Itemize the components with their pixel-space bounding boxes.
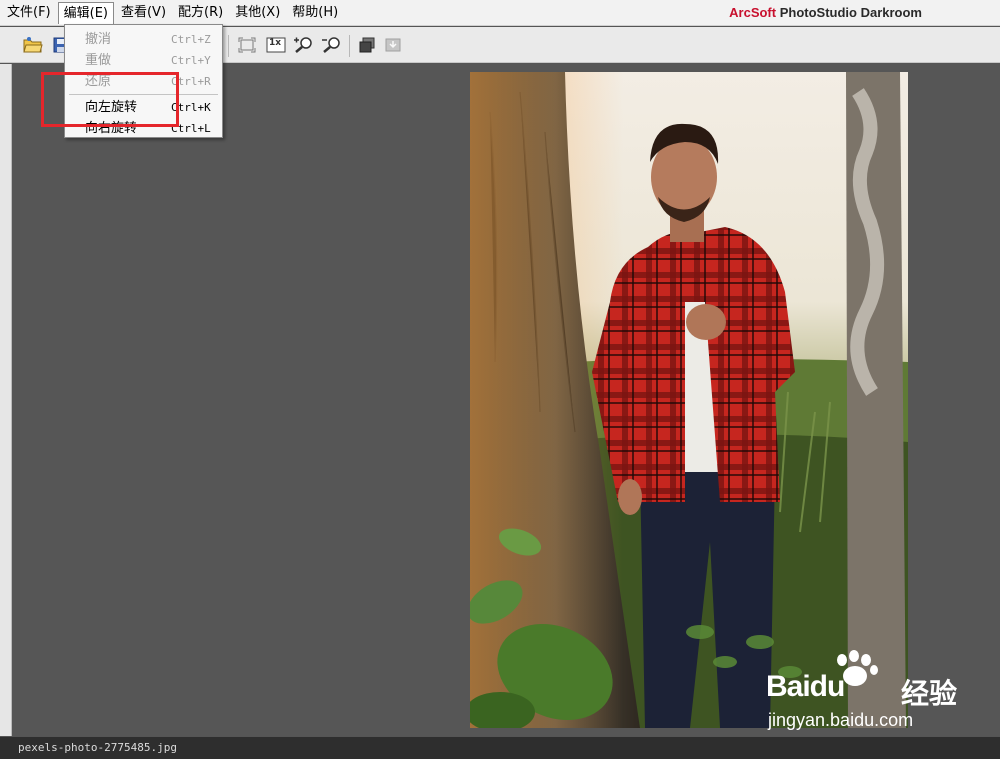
menu-item-label: 重做 (85, 53, 112, 68)
copy-icon[interactable] (356, 35, 378, 55)
left-panel-strip (0, 64, 12, 736)
actual-size-icon[interactable]: 1x (265, 35, 287, 55)
menu-help[interactable]: 帮助(H) (287, 2, 343, 24)
actual-size-label: 1x (269, 38, 282, 48)
menu-edit[interactable]: 编辑(E) (57, 1, 114, 24)
menu-view[interactable]: 查看(V) (116, 2, 171, 24)
brand-prefix: ArcSoft (729, 5, 777, 20)
menu-bar: 文件(F) 编辑(E) 查看(V) 配方(R) 其他(X) 帮助(H) ArcS… (0, 0, 1000, 26)
app-brand: ArcSoft PhotoStudio Darkroom (729, 5, 922, 20)
highlight-annotation (41, 72, 179, 127)
zoom-in-icon[interactable] (292, 35, 314, 55)
baidu-watermark: Baidu 经验 jingyan.baidu.com (766, 650, 966, 745)
menu-item-shortcut: Ctrl+Y (171, 54, 211, 67)
watermark-logo: Baidu (766, 670, 845, 703)
import-icon[interactable] (382, 35, 404, 55)
menu-file[interactable]: 文件(F) (2, 2, 56, 24)
fit-screen-icon[interactable] (236, 35, 258, 55)
toolbar-separator (349, 35, 350, 57)
zoom-out-icon[interactable] (320, 35, 342, 55)
open-folder-icon[interactable] (22, 35, 44, 55)
menu-item-redo[interactable]: 重做 Ctrl+Y (65, 50, 222, 71)
status-filename: pexels-photo-2775485.jpg (18, 741, 177, 754)
menu-recipe[interactable]: 配方(R) (173, 2, 228, 24)
menu-item-shortcut: Ctrl+Z (171, 33, 211, 46)
toolbar-separator (228, 35, 229, 57)
brand-name: PhotoStudio Darkroom (779, 5, 922, 20)
watermark-url: jingyan.baidu.com (768, 710, 914, 730)
photo-image (470, 72, 908, 728)
menu-item-undo[interactable]: 撤消 Ctrl+Z (65, 29, 222, 50)
photo-preview (470, 72, 908, 728)
watermark-cn: 经验 (901, 677, 958, 710)
menu-other[interactable]: 其他(X) (230, 2, 285, 24)
menu-item-label: 撤消 (85, 32, 112, 47)
